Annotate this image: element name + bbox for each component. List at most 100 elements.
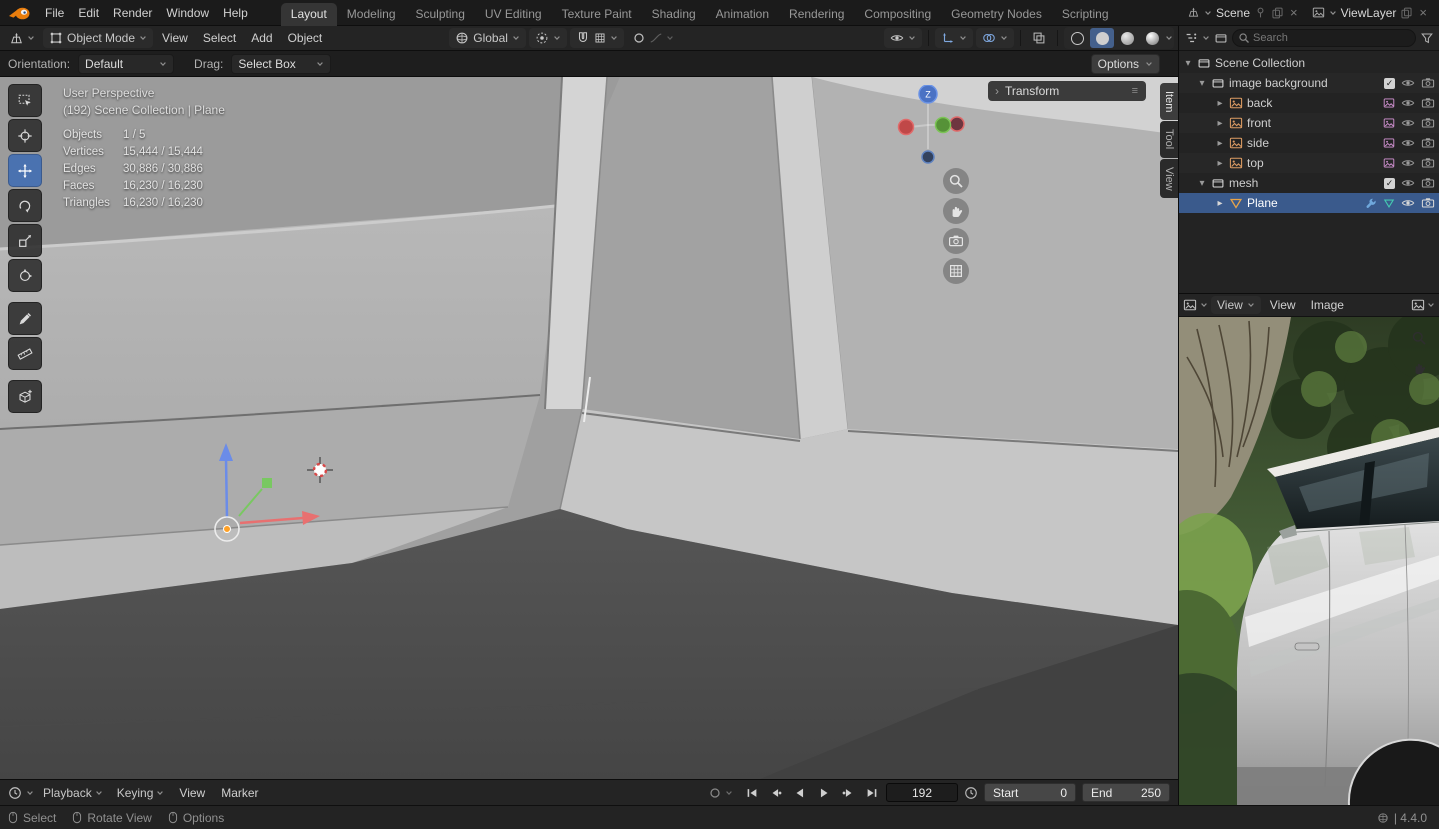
camera-icon[interactable]: [1421, 156, 1435, 170]
camera-icon[interactable]: [1421, 196, 1435, 210]
camera-view-button[interactable]: [943, 228, 969, 254]
image-data-icon[interactable]: [1383, 97, 1395, 109]
3d-viewport[interactable]: User Perspective (192) Scene Collection …: [0, 77, 1178, 779]
expander-icon[interactable]: ▸: [1215, 198, 1225, 209]
eye-icon[interactable]: [1401, 116, 1415, 130]
outliner-editor-icon[interactable]: [1184, 31, 1198, 45]
eye-icon[interactable]: [1401, 96, 1415, 110]
navigation-gizmo[interactable]: Z: [888, 85, 968, 165]
menu-add[interactable]: Add: [245, 31, 278, 45]
shading-solid-button[interactable]: [1090, 28, 1114, 48]
playback-dropdown[interactable]: Playback: [38, 783, 108, 803]
rotate-tool[interactable]: [8, 189, 42, 222]
unlink-scene-icon[interactable]: ×: [1288, 6, 1300, 19]
annotate-tool[interactable]: [8, 302, 42, 335]
tab-modeling[interactable]: Modeling: [337, 3, 406, 26]
modifier-wrench-icon[interactable]: [1365, 197, 1377, 209]
menu-view[interactable]: View: [173, 786, 211, 800]
axis-z-negative[interactable]: [921, 150, 935, 164]
blender-logo-icon[interactable]: [8, 5, 32, 21]
outliner-row-side[interactable]: ▸ side: [1179, 133, 1439, 153]
image-mode-dropdown[interactable]: View: [1211, 296, 1261, 314]
tab-compositing[interactable]: Compositing: [854, 3, 941, 26]
remove-view-layer-icon[interactable]: ×: [1417, 6, 1429, 19]
tab-item[interactable]: Item: [1160, 83, 1178, 121]
outliner-row-mesh[interactable]: ▾ mesh ✓: [1179, 173, 1439, 193]
play-reverse-button[interactable]: [790, 784, 810, 802]
current-frame-field[interactable]: 192: [886, 783, 958, 802]
menu-render[interactable]: Render: [106, 2, 159, 24]
image-data-icon[interactable]: [1383, 157, 1395, 169]
display-mode-icon[interactable]: [1214, 31, 1228, 45]
camera-icon[interactable]: [1421, 136, 1435, 150]
expander-icon[interactable]: ▸: [1215, 158, 1225, 169]
image-data-icon[interactable]: [1383, 137, 1395, 149]
tab-uv-editing[interactable]: UV Editing: [475, 3, 552, 26]
tab-sculpting[interactable]: Sculpting: [406, 3, 475, 26]
prev-keyframe-button[interactable]: [766, 784, 786, 802]
outliner-row-front[interactable]: ▸ front: [1179, 113, 1439, 133]
checkbox-icon[interactable]: ✓: [1384, 177, 1395, 189]
browse-image-icon[interactable]: [1411, 298, 1425, 312]
pin-icon[interactable]: [1254, 6, 1267, 19]
add-cube-tool[interactable]: [8, 380, 42, 413]
outliner-row-top[interactable]: ▸ top: [1179, 153, 1439, 173]
new-view-layer-icon[interactable]: [1400, 6, 1413, 19]
expander-icon[interactable]: ▸: [1215, 118, 1225, 129]
image-editor-icon[interactable]: [1183, 298, 1197, 312]
start-frame-field[interactable]: Start 0: [984, 783, 1076, 802]
play-button[interactable]: [814, 784, 834, 802]
snap-dropdown[interactable]: [569, 28, 624, 48]
image-canvas[interactable]: [1179, 317, 1439, 805]
hand-icon[interactable]: [1411, 360, 1427, 376]
chevron-down-icon[interactable]: [1200, 301, 1208, 309]
auto-keying-toggle[interactable]: [703, 783, 738, 803]
expander-icon[interactable]: ▸: [1215, 138, 1225, 149]
axis-x-positive[interactable]: [949, 116, 965, 132]
keying-dropdown[interactable]: Keying: [112, 783, 170, 803]
tab-layout[interactable]: Layout: [280, 2, 337, 26]
transform-tool[interactable]: [8, 259, 42, 292]
expander-icon[interactable]: ▾: [1197, 178, 1207, 189]
image-data-icon[interactable]: [1383, 117, 1395, 129]
menu-view[interactable]: View: [1264, 298, 1302, 312]
new-scene-icon[interactable]: [1271, 6, 1284, 19]
tab-shading[interactable]: Shading: [642, 3, 706, 26]
pan-button[interactable]: [943, 198, 969, 224]
transform-orientation-dropdown[interactable]: Global: [449, 28, 526, 48]
menu-file[interactable]: File: [38, 2, 71, 24]
move-tool[interactable]: [8, 154, 42, 187]
jump-to-end-button[interactable]: [862, 784, 882, 802]
tab-rendering[interactable]: Rendering: [779, 3, 854, 26]
tab-animation[interactable]: Animation: [706, 3, 779, 26]
measure-tool[interactable]: [8, 337, 42, 370]
menu-marker[interactable]: Marker: [215, 786, 264, 800]
menu-edit[interactable]: Edit: [71, 2, 106, 24]
visibility-dropdown[interactable]: [884, 28, 922, 48]
eye-icon[interactable]: [1401, 176, 1415, 190]
tab-tool[interactable]: Tool: [1160, 121, 1178, 158]
eye-icon[interactable]: [1401, 196, 1415, 210]
proportional-edit-toggle[interactable]: [627, 28, 679, 48]
camera-icon[interactable]: [1421, 176, 1435, 190]
scene-selector[interactable]: Scene ×: [1183, 4, 1304, 22]
overlays-dropdown[interactable]: [976, 28, 1014, 48]
scale-tool[interactable]: [8, 224, 42, 257]
menu-help[interactable]: Help: [216, 2, 255, 24]
checkbox-icon[interactable]: ✓: [1384, 77, 1395, 89]
outliner-row-back[interactable]: ▸ back: [1179, 93, 1439, 113]
mode-dropdown[interactable]: Object Mode: [43, 28, 154, 48]
view-layer-selector[interactable]: ViewLayer ×: [1308, 4, 1433, 22]
filter-icon[interactable]: [1420, 31, 1434, 45]
camera-icon[interactable]: [1421, 76, 1435, 90]
select-box-tool[interactable]: [8, 84, 42, 117]
orientation-select[interactable]: Default: [78, 53, 175, 74]
magnifier-icon[interactable]: [1411, 330, 1427, 346]
menu-image[interactable]: Image: [1305, 298, 1350, 312]
timeline-editor-icon[interactable]: [8, 786, 22, 800]
menu-select[interactable]: Select: [197, 31, 242, 45]
expander-icon[interactable]: ▸: [1215, 98, 1225, 109]
chevron-down-icon[interactable]: [1427, 301, 1435, 309]
panel-grip-icon[interactable]: ≡: [1132, 85, 1139, 97]
camera-icon[interactable]: [1421, 116, 1435, 130]
